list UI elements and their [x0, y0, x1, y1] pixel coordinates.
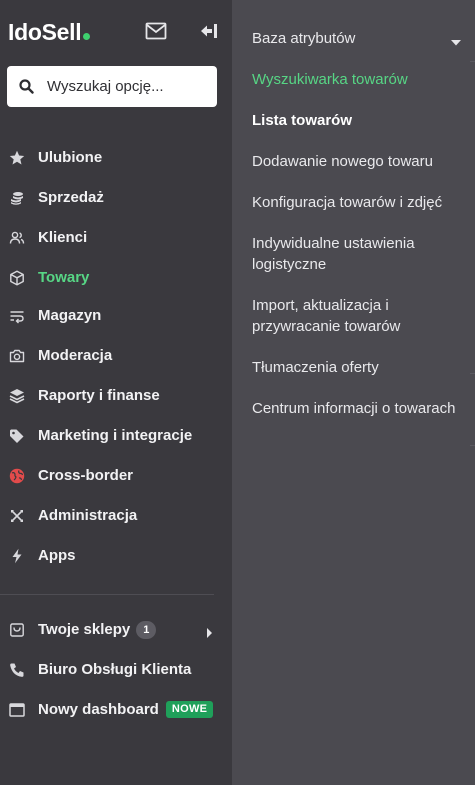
- warehouse-icon: [9, 308, 25, 324]
- submenu-item-logistyka[interactable]: Indywidualne ustawienia logistyczne: [252, 233, 432, 275]
- sidebar: IdoSell Ulubione Sprzedaż Klienci Towary…: [0, 0, 232, 785]
- sidebar-item-label: Ulubione: [38, 149, 103, 166]
- window-icon: [9, 702, 25, 718]
- search-icon: [19, 79, 34, 94]
- sidebar-item-twoje-sklepy[interactable]: Twoje sklepy 1: [0, 615, 232, 645]
- sidebar-item-moderacja[interactable]: Moderacja: [0, 341, 232, 371]
- sidebar-item-label: Nowy dashboard NOWE: [38, 701, 214, 718]
- logo-text-ido: Ido: [8, 19, 42, 45]
- submenu-item-dodawanie[interactable]: Dodawanie nowego towaru: [252, 151, 462, 172]
- sidebar-item-biuro-obslugi[interactable]: Biuro Obsługi Klienta: [0, 655, 232, 685]
- layers-icon: [9, 388, 25, 404]
- sidebar-item-label: Moderacja: [38, 347, 113, 364]
- users-icon: [9, 230, 25, 246]
- mail-icon[interactable]: [145, 22, 167, 40]
- submenu-item-centrum-informacji[interactable]: Centrum informacji o towarach: [252, 398, 467, 419]
- sidebar-item-label: Marketing i integracje: [38, 427, 193, 444]
- sidebar-item-nowy-dashboard[interactable]: Nowy dashboard NOWE: [0, 695, 232, 725]
- chevron-right-icon: [206, 625, 213, 638]
- sidebar-item-label: Klienci: [38, 229, 88, 246]
- sidebar-item-label: Administracja: [38, 507, 138, 524]
- phone-icon: [9, 662, 25, 678]
- new-badge: NOWE: [165, 701, 214, 718]
- sidebar-item-cross-border[interactable]: Cross-border: [0, 461, 232, 491]
- submenu-item-lista-towarow[interactable]: Lista towarów: [252, 110, 462, 131]
- collapse-sidebar-icon[interactable]: [200, 22, 218, 40]
- box-icon: [9, 270, 25, 286]
- submenu-item-import[interactable]: Import, aktualizacja i przywracanie towa…: [252, 295, 422, 337]
- idosell-logo[interactable]: IdoSell: [8, 19, 91, 45]
- bolt-icon: [9, 548, 25, 564]
- submenu-item-konfiguracja[interactable]: Konfiguracja towarów i zdjęć: [252, 192, 462, 213]
- sidebar-item-administracja[interactable]: Administracja: [0, 501, 232, 531]
- shopping-bag-icon: [9, 622, 25, 638]
- tag-icon: [9, 428, 25, 444]
- sidebar-item-label: Magazyn: [38, 307, 102, 324]
- search-input[interactable]: [47, 66, 207, 107]
- caret-down-icon[interactable]: [450, 34, 462, 46]
- sidebar-divider: [0, 594, 214, 595]
- submenu-item-baza-atrybutow[interactable]: Baza atrybutów: [252, 28, 462, 49]
- sidebar-item-label: Apps: [38, 547, 76, 564]
- star-icon: [9, 150, 25, 166]
- sidebar-item-ulubione[interactable]: Ulubione: [0, 143, 232, 173]
- edge-divider: [470, 61, 475, 62]
- shops-count-badge: 1: [136, 621, 157, 639]
- logo-text-sell: Sell: [41, 19, 82, 45]
- sidebar-item-label: Towary: [38, 269, 90, 286]
- tools-icon: [9, 508, 25, 524]
- sidebar-item-magazyn[interactable]: Magazyn: [0, 301, 232, 331]
- coins-icon: [9, 190, 25, 206]
- sidebar-item-apps[interactable]: Apps: [0, 541, 232, 571]
- edge-divider: [470, 445, 475, 446]
- sidebar-item-towary[interactable]: Towary: [0, 263, 232, 293]
- globe-icon: [9, 468, 25, 484]
- camera-icon: [9, 348, 25, 364]
- submenu-item-tlumaczenia[interactable]: Tłumaczenia oferty: [252, 357, 462, 378]
- sidebar-item-label: Biuro Obsługi Klienta: [38, 661, 192, 678]
- edge-divider: [470, 373, 475, 374]
- sidebar-item-label: Twoje sklepy 1: [38, 621, 157, 639]
- shops-label: Twoje sklepy: [38, 621, 131, 638]
- dashboard-label: Nowy dashboard: [38, 701, 159, 718]
- sidebar-item-raporty[interactable]: Raporty i finanse: [0, 381, 232, 411]
- sidebar-item-label: Sprzedaż: [38, 189, 104, 206]
- sidebar-item-marketing[interactable]: Marketing i integracje: [0, 421, 232, 451]
- logo-dot: [83, 33, 91, 40]
- sidebar-item-label: Cross-border: [38, 467, 134, 484]
- search-box: [7, 66, 217, 107]
- submenu-item-wyszukiwarka[interactable]: Wyszukiwarka towarów: [252, 69, 462, 90]
- sidebar-item-sprzedaz[interactable]: Sprzedaż: [0, 183, 232, 213]
- sidebar-item-klienci[interactable]: Klienci: [0, 223, 232, 253]
- sidebar-item-label: Raporty i finanse: [38, 387, 160, 404]
